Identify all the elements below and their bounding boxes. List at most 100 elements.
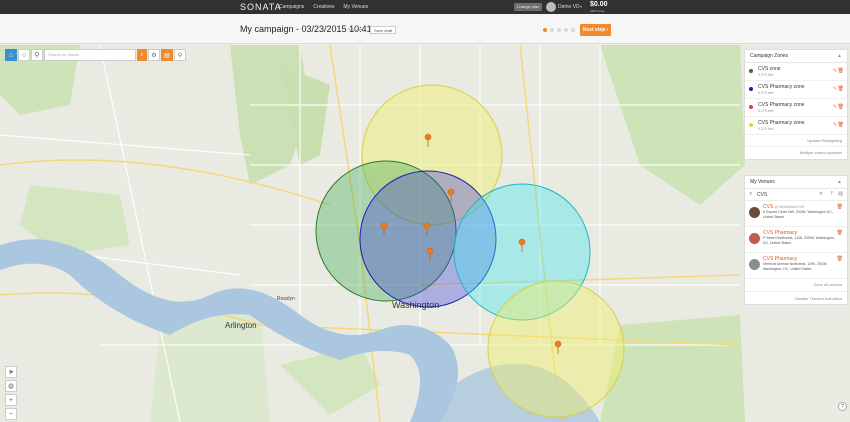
zone-name: CVS Pharmacy zone xyxy=(758,84,805,90)
zone-name: CVS Pharmacy zone xyxy=(758,120,805,126)
nav-campaigns[interactable]: Campaigns xyxy=(279,4,304,10)
venue-avatar xyxy=(749,233,760,244)
store-icon[interactable]: ▤ xyxy=(838,191,843,197)
zone-size: 5,279 feet xyxy=(758,91,774,95)
step-indicator xyxy=(543,28,575,32)
step-dot-3 xyxy=(557,28,561,32)
venue-item[interactable]: CVS @ MetroWashCVS 6 Dupont Circle NW, 2… xyxy=(745,201,847,227)
search-icon: ⌕ xyxy=(749,191,753,197)
campaign-header: My campaign - 03/23/2015 10:41 ✎ Modify … xyxy=(0,14,850,44)
venue-address: 6 Dupont Circle NW, 20036, Washington DC… xyxy=(763,210,833,219)
map-label-arlington: Arlington xyxy=(225,321,257,330)
venue-search-field[interactable]: ⌕ CVS ✕ ⤒ ▤ xyxy=(745,189,847,201)
delete-icon[interactable]: 🗑 xyxy=(838,68,844,74)
account-balance: $0.00 xyxy=(590,1,608,8)
venue-address: Vermont Avenue Northwest, 1199, 20005, W… xyxy=(763,262,828,271)
zone-size: 5,279 feet xyxy=(758,127,774,131)
next-step-button[interactable]: Next step › xyxy=(580,24,611,36)
clear-search-icon[interactable]: ✕ xyxy=(819,191,823,197)
delete-icon[interactable]: 🗑 xyxy=(838,104,844,110)
user-name[interactable]: Demo VD xyxy=(558,4,580,10)
zones-panel-title: Campaign Zones xyxy=(750,53,789,59)
chevron-up-icon[interactable]: ▲ xyxy=(837,50,842,63)
step-dot-1 xyxy=(543,28,547,32)
delete-icon[interactable]: 🗑 xyxy=(838,122,844,128)
pencil-icon: ✎ xyxy=(348,27,352,32)
edit-icon[interactable]: ✎ xyxy=(833,122,837,128)
venue-item[interactable]: CVS Pharmacy Vermont Avenue Northwest, 1… xyxy=(745,253,847,279)
help-icon[interactable]: ? xyxy=(838,402,847,411)
zone-all-venues-link[interactable]: Zone all venues xyxy=(745,279,847,291)
campaign-zones-panel: Campaign Zones ▲ CVS zone 5,279 feet ✎ 🗑 … xyxy=(744,49,848,160)
pin-tool-icon[interactable]: ⚲ xyxy=(31,49,43,61)
map-controls: ➤ ◍ + − xyxy=(5,366,17,422)
step-dot-4 xyxy=(564,28,568,32)
top-navigation-bar: SONATA Campaigns Creatives My Venues Cha… xyxy=(0,0,850,14)
zone-name: CVS zone xyxy=(758,66,781,72)
zone-name: CVS Pharmacy zone xyxy=(758,102,805,108)
delete-icon[interactable]: 🗑 xyxy=(837,230,843,236)
zone-color-dot xyxy=(749,123,753,127)
zone-item[interactable]: CVS Pharmacy zone 5,279 feet ✎ 🗑 xyxy=(745,99,847,117)
zoom-in-icon[interactable]: + xyxy=(5,394,17,406)
venue-search-value[interactable]: CVS xyxy=(757,192,767,198)
zone-size: 5,279 feet xyxy=(758,73,774,77)
zoom-out-icon[interactable]: − xyxy=(5,408,17,420)
user-menu-caret-icon[interactable]: ▾ xyxy=(580,4,582,9)
map-svg xyxy=(0,45,850,422)
store-icon[interactable]: ▤ xyxy=(161,49,173,61)
modify-label: Modify xyxy=(352,27,365,32)
map-canvas[interactable]: Washington Arlington Rosslyn xyxy=(0,45,850,422)
zone-item[interactable]: CVS zone 5,279 feet ✎ 🗑 xyxy=(745,63,847,81)
locate-icon[interactable]: ➤ xyxy=(5,366,17,378)
venues-panel-title: My Venues xyxy=(750,179,775,185)
step-dot-5 xyxy=(571,28,575,32)
map-toolbar: ⌂ ○ ⚲ Search for places ⌕ ⚙ ▤ ⚲ xyxy=(5,49,186,61)
add-funds-link[interactable]: ADD funds xyxy=(590,9,605,13)
zone-color-dot xyxy=(749,69,753,73)
chevron-up-icon[interactable]: ▲ xyxy=(837,176,842,189)
venue-avatar xyxy=(749,259,760,270)
circle-tool-icon[interactable]: ○ xyxy=(18,49,30,61)
globe-icon[interactable]: ◍ xyxy=(5,380,17,392)
multiple-zones-uploader-link[interactable]: Multiple zones uploader xyxy=(745,147,847,159)
disable-tracked-activation-link[interactable]: Disable Tracked Activation xyxy=(745,291,847,304)
zone-item[interactable]: CVS Pharmacy zone 5,279 feet ✎ 🗑 xyxy=(745,117,847,135)
delete-icon[interactable]: 🗑 xyxy=(838,86,844,92)
save-draft-button[interactable]: Save draft xyxy=(370,26,397,34)
marker-icon[interactable]: ⚲ xyxy=(174,49,186,61)
update-retargeting-link[interactable]: Update Retargeting xyxy=(745,135,847,147)
user-avatar[interactable] xyxy=(546,2,556,12)
gear-icon[interactable]: ⚙ xyxy=(148,49,160,61)
places-search-input[interactable]: Search for places xyxy=(44,49,136,61)
zone-color-dot xyxy=(749,105,753,109)
map-label-washington: Washington xyxy=(392,300,440,310)
nav-my-venues[interactable]: My Venues xyxy=(343,4,368,10)
zone-item[interactable]: CVS Pharmacy zone 5,279 feet ✎ 🗑 xyxy=(745,81,847,99)
venues-panel-header[interactable]: My Venues ▲ xyxy=(745,176,847,189)
edit-icon[interactable]: ✎ xyxy=(833,86,837,92)
map-label-rosslyn: Rosslyn xyxy=(277,296,295,302)
delete-icon[interactable]: 🗑 xyxy=(837,204,843,210)
edit-icon[interactable]: ✎ xyxy=(833,104,837,110)
upload-icon[interactable]: ⤒ xyxy=(831,191,833,197)
app-logo[interactable]: SONATA xyxy=(240,2,282,12)
zone-color-dot xyxy=(749,87,753,91)
nav-creatives[interactable]: Creatives xyxy=(313,4,334,10)
main-nav: Campaigns Creatives My Venues xyxy=(279,4,368,10)
home-icon[interactable]: ⌂ xyxy=(5,49,17,61)
step-dot-2 xyxy=(550,28,554,32)
search-icon[interactable]: ⌕ xyxy=(137,49,147,61)
venue-address: P Street Northwest, 1418, 20005, Washing… xyxy=(763,236,835,245)
zone-size: 5,279 feet xyxy=(758,109,774,113)
next-step-label: Next step xyxy=(582,27,606,33)
venue-avatar xyxy=(749,207,760,218)
zones-panel-header[interactable]: Campaign Zones ▲ xyxy=(745,50,847,63)
venue-item[interactable]: CVS Pharmacy P Street Northwest, 1418, 2… xyxy=(745,227,847,253)
change-plan-button[interactable]: Change plan xyxy=(514,3,542,11)
edit-icon[interactable]: ✎ xyxy=(833,68,837,74)
delete-icon[interactable]: 🗑 xyxy=(837,256,843,262)
venue-handle: @ MetroWashCVS xyxy=(774,205,805,209)
my-venues-panel: My Venues ▲ ⌕ CVS ✕ ⤒ ▤ CVS @ MetroWashCV… xyxy=(744,175,848,305)
modify-title-link[interactable]: ✎ Modify xyxy=(348,27,364,32)
